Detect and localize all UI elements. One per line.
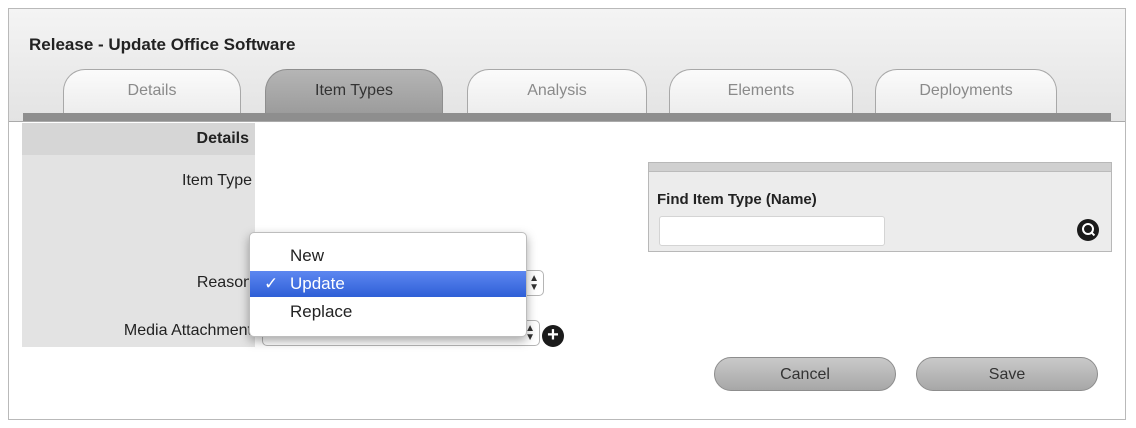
media-attachment-label: Media Attachment [123, 322, 252, 339]
tab-item-types[interactable]: Item Types [265, 69, 443, 113]
header-area: Release - Update Office Software Details… [9, 9, 1125, 122]
cancel-button[interactable]: Cancel [714, 357, 896, 391]
window-title: Release - Update Office Software [29, 35, 296, 54]
tab-deployments[interactable]: Deployments [875, 69, 1057, 113]
menu-option-replace[interactable]: Replace [250, 299, 526, 325]
tab-details[interactable]: Details [63, 69, 241, 113]
menu-option-new[interactable]: New [250, 243, 526, 269]
select-arrows-icon: ▲ ▼ [529, 273, 539, 293]
find-item-type-label: Find Item Type (Name) [657, 191, 817, 208]
details-section-header: Details [22, 123, 255, 155]
search-icon[interactable] [1077, 219, 1099, 241]
item-type-label: Item Type [182, 172, 252, 189]
form-label-column [22, 123, 255, 347]
find-item-type-panel: Find Item Type (Name) [648, 162, 1112, 252]
checkmark-icon: ✓ [264, 274, 279, 293]
find-item-type-input[interactable] [659, 216, 885, 246]
save-button[interactable]: Save [916, 357, 1098, 391]
menu-option-label: Update [290, 274, 345, 293]
tab-elements[interactable]: Elements [669, 69, 853, 113]
tab-analysis[interactable]: Analysis [467, 69, 647, 113]
tab-bar-divider [23, 113, 1111, 121]
plus-icon[interactable]: + [542, 325, 564, 347]
reason-dropdown-menu: New ✓ Update Replace [249, 232, 527, 337]
menu-option-label: Replace [290, 302, 353, 321]
menu-option-label: New [290, 246, 325, 265]
panel-top-bar [649, 163, 1111, 172]
menu-option-update[interactable]: ✓ Update [250, 271, 526, 297]
reason-label: Reason [196, 274, 252, 291]
